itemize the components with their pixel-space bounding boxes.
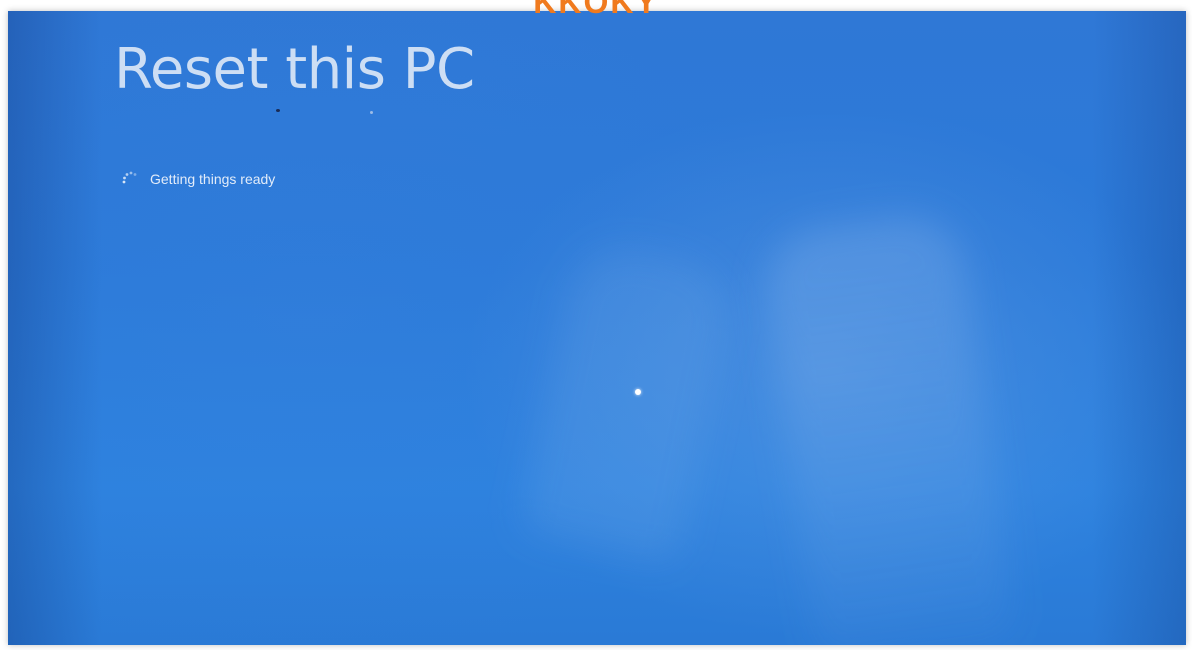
loading-spinner-icon [120, 169, 140, 189]
photo-frame: KKOKY Reset this PC Getting things ready [0, 0, 1192, 650]
status-row: Getting things ready [120, 169, 275, 189]
glare-reflection [518, 237, 738, 565]
overlay-banner-text: KKOKY [533, 0, 659, 20]
mouse-cursor-dot [635, 389, 641, 395]
page-title: Reset this PC [114, 37, 475, 102]
status-text: Getting things ready [150, 171, 276, 187]
reset-screen: Reset this PC Getting things ready [8, 11, 1186, 645]
glare-reflection [759, 209, 1017, 645]
screen-speck [276, 109, 280, 112]
screen-speck [370, 111, 373, 114]
